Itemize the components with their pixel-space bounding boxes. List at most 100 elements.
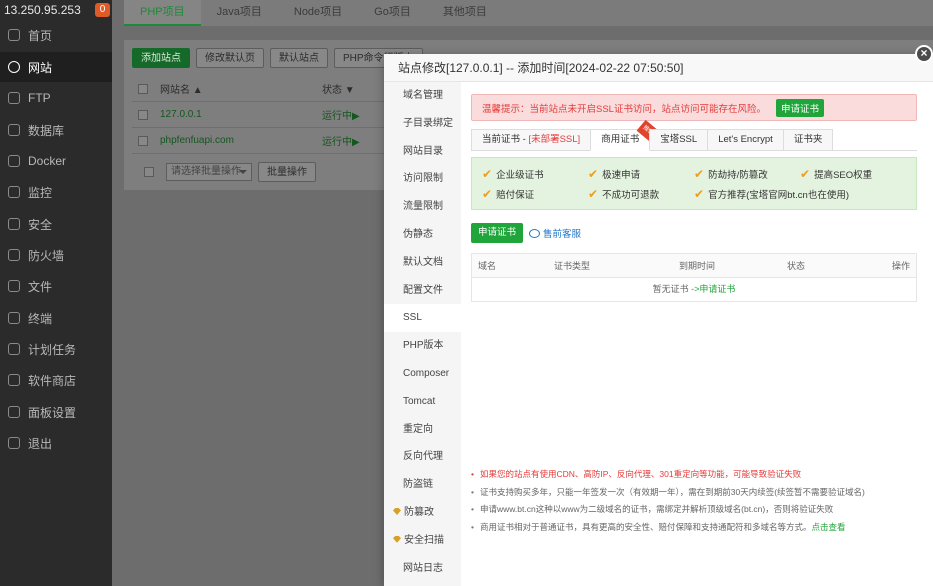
sidebar-item-label: FTP — [28, 91, 51, 105]
shield-icon — [8, 218, 20, 230]
sidebar-item-docker[interactable]: Docker — [0, 146, 112, 176]
menu-traffic-limit[interactable]: 流量限制 — [384, 193, 461, 221]
site-edit-dialog: 站点修改[127.0.0.1] -- 添加时间[2024-02-22 07:50… — [384, 54, 933, 586]
note-item: 如果您的站点有使用CDN、高防IP、反向代理、301重定向等功能，可能导致验证失… — [471, 466, 917, 484]
sidebar-item-ftp[interactable]: FTP — [0, 83, 112, 113]
tab-node[interactable]: Node项目 — [278, 0, 358, 26]
sidebar-item-label: 防火墙 — [28, 248, 65, 263]
apply-cert-button[interactable]: 申请证书 — [471, 223, 524, 243]
column-status: 状态 — [787, 261, 806, 271]
default-site-button[interactable]: 默认站点 — [270, 48, 328, 68]
menu-tomcat[interactable]: Tomcat — [384, 388, 461, 416]
batch-action-select[interactable]: 请选择批量操作 — [166, 163, 252, 181]
empty-apply-link[interactable]: ->申请证书 — [691, 284, 735, 294]
premium-gem-icon — [393, 535, 401, 543]
feature-label: 防劫持/防篡改 — [708, 170, 768, 181]
sidebar-item-website[interactable]: 网站 — [0, 52, 112, 82]
sidebar-item-database[interactable]: 数据库 — [0, 115, 112, 145]
site-name-link[interactable]: phpfenfuapi.com — [160, 135, 322, 146]
check-icon: ✔ — [588, 167, 599, 181]
batch-bar: 请选择批量操作 批量操作 — [144, 162, 316, 182]
site-status[interactable]: 运行中▶ — [322, 107, 360, 122]
note-item: 证书支持购买多年，只能一年签发一次（有效期一年），需在到期前30天内续签(续签暂… — [471, 484, 917, 502]
select-all-checkbox[interactable] — [138, 83, 148, 94]
column-domain: 域名 — [478, 261, 497, 271]
feature-list: ✔ 企业级证书 ✔ 极速申请 ✔ 防劫持/防篡改 ✔ 提高SEO权重 ✔ 赔付保证 ✔ 不成… — [471, 157, 917, 210]
edit-default-page-button[interactable]: 修改默认页 — [196, 48, 264, 68]
sidebar: 13.250.95.253 0 首页 网站 FTP 数据库 Docker 监控 … — [0, 0, 112, 586]
empty-text: 暂无证书 — [652, 284, 689, 294]
menu-default-document[interactable]: 默认文档 — [384, 249, 461, 277]
tab-php[interactable]: PHP项目 — [124, 0, 201, 26]
column-action: 操作 — [891, 261, 910, 271]
sidebar-item-firewall[interactable]: 防火墙 — [0, 240, 112, 270]
dialog-side-menu: 域名管理 子目录绑定 网站目录 访问限制 流量限制 伪静态 默认文档 配置文件 … — [384, 82, 461, 586]
tab-commercial-cert[interactable]: 商用证书 推荐 — [590, 119, 660, 151]
sidebar-item-monitor[interactable]: 监控 — [0, 177, 112, 207]
batch-action-button[interactable]: 批量操作 — [258, 162, 316, 182]
ftp-icon — [8, 92, 20, 104]
tab-java[interactable]: Java项目 — [201, 0, 278, 26]
batch-checkbox[interactable] — [144, 167, 154, 177]
menu-site-directory[interactable]: 网站目录 — [384, 138, 461, 166]
menu-rewrite[interactable]: 伪静态 — [384, 221, 461, 249]
tab-baota-ssl[interactable]: 宝塔SSL — [649, 129, 709, 150]
home-icon — [8, 29, 20, 41]
note-text: 商用证书相对于普通证书，具有更高的安全性、赔付保障和支持通配符和多域名等方式。 — [479, 521, 812, 532]
sidebar-item-security[interactable]: 安全 — [0, 209, 112, 239]
menu-composer[interactable]: Composer — [384, 360, 461, 388]
feature-label: 企业级证书 — [496, 170, 544, 181]
tab-other[interactable]: 其他项目 — [427, 0, 503, 26]
menu-config-file[interactable]: 配置文件 — [384, 277, 461, 305]
check-icon: ✔ — [694, 167, 705, 181]
site-name-link[interactable]: 127.0.0.1 — [160, 109, 322, 120]
sidebar-item-label: 首页 — [28, 28, 53, 43]
menu-access-restriction[interactable]: 访问限制 — [384, 165, 461, 193]
column-expire: 到期时间 — [679, 261, 716, 271]
view-more-link[interactable]: 点击查看 — [812, 522, 846, 532]
menu-security-scan[interactable]: 安全扫描 — [384, 527, 461, 555]
sidebar-item-home[interactable]: 首页 — [0, 20, 112, 50]
column-header-status[interactable]: 状态 ▼ — [322, 81, 355, 96]
menu-hotlink-protection[interactable]: 防盗链 — [384, 471, 461, 499]
site-status[interactable]: 运行中▶ — [322, 133, 360, 148]
project-tabs: PHP项目 Java项目 Node项目 Go项目 其他项目 — [124, 0, 933, 26]
cert-table-empty: 暂无证书 ->申请证书 — [472, 278, 916, 301]
tab-letsencrypt[interactable]: Let's Encrypt — [707, 129, 784, 150]
tab-current-cert[interactable]: 当前证书 - [未部署SSL] — [471, 129, 592, 150]
sidebar-item-files[interactable]: 文件 — [0, 271, 112, 301]
row-checkbox[interactable] — [138, 109, 148, 120]
sidebar-item-label: 安全 — [28, 217, 53, 232]
tab-cert-folder[interactable]: 证书夹 — [782, 129, 834, 150]
feature-item: ✔ 极速申请 — [588, 164, 694, 184]
menu-ssl[interactable]: SSL — [384, 304, 461, 333]
cert-table-header: 域名 证书类型 到期时间 状态 操作 — [472, 254, 916, 278]
column-header-name[interactable]: 网站名 ▲ — [160, 81, 322, 96]
folder-icon — [8, 280, 20, 292]
menu-domain-management[interactable]: 域名管理 — [384, 82, 461, 110]
menu-subdirectory-binding[interactable]: 子目录绑定 — [384, 110, 461, 138]
warning-apply-cert-button[interactable]: 申请证书 — [775, 98, 824, 117]
sidebar-item-cron[interactable]: 计划任务 — [0, 334, 112, 364]
menu-redirect[interactable]: 重定向 — [384, 416, 461, 444]
add-site-button[interactable]: 添加站点 — [132, 48, 190, 68]
menu-tamper-proof[interactable]: 防篡改 — [384, 499, 461, 527]
menu-site-logs[interactable]: 网站日志 — [384, 555, 461, 583]
sidebar-item-logout[interactable]: 退出 — [0, 428, 112, 458]
menu-php-version[interactable]: PHP版本 — [384, 332, 461, 360]
presales-support-link[interactable]: 售前客服 — [529, 226, 581, 240]
dialog-close-button[interactable]: × — [915, 45, 933, 63]
sidebar-item-store[interactable]: 软件商店 — [0, 365, 112, 395]
ssl-warning-banner: 温馨提示：当前站点未开启SSL证书访问，站点访问可能存在风险。 申请证书 — [471, 94, 917, 121]
tab-go[interactable]: Go项目 — [358, 0, 427, 26]
feature-label: 官方推荐(宝塔官网bt.cn也在使用) — [708, 190, 849, 201]
row-checkbox[interactable] — [138, 135, 148, 146]
dialog-title: 站点修改[127.0.0.1] -- 添加时间[2024-02-22 07:50… — [384, 54, 933, 82]
premium-gem-icon — [393, 507, 401, 515]
notification-badge[interactable]: 0 — [94, 3, 111, 17]
sidebar-item-label: 退出 — [28, 436, 53, 451]
sidebar-item-settings[interactable]: 面板设置 — [0, 397, 112, 427]
menu-reverse-proxy[interactable]: 反向代理 — [384, 443, 461, 471]
sidebar-item-terminal[interactable]: 终端 — [0, 303, 112, 333]
sidebar-item-label: 数据库 — [28, 123, 65, 138]
